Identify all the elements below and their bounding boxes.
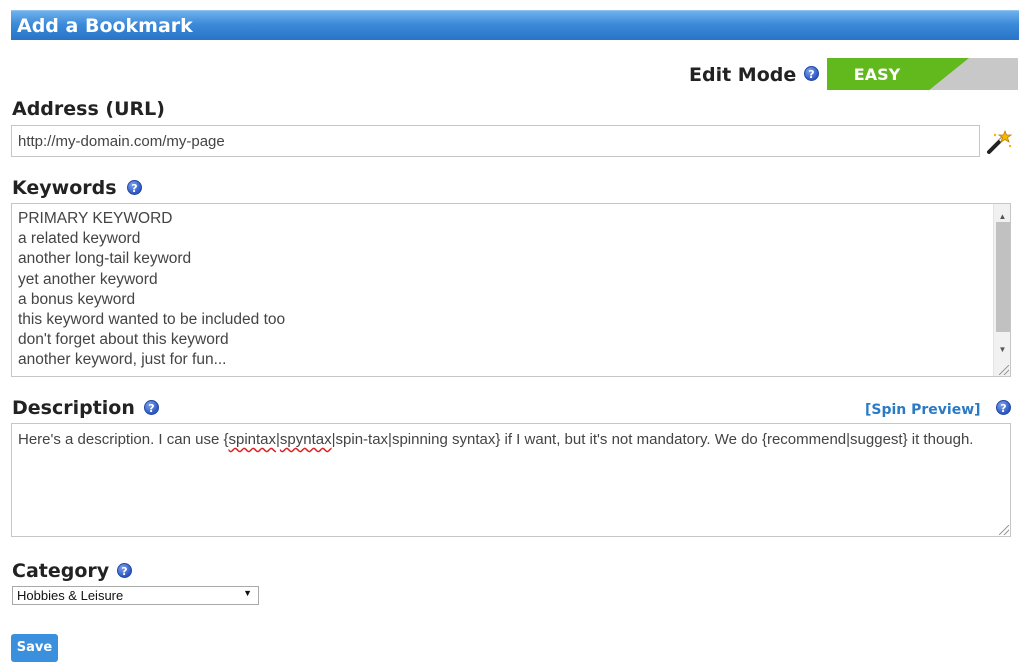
edit-mode-toggle[interactable]: EASY	[827, 58, 1018, 90]
scroll-down-arrow-icon[interactable]: ▼	[994, 340, 1011, 360]
keyword-line: a related keyword	[18, 230, 141, 248]
keywords-help-icon[interactable]: ?	[127, 180, 142, 195]
category-label: Category	[12, 560, 110, 582]
save-button[interactable]: Save	[11, 634, 58, 662]
dialog-title: Add a Bookmark	[17, 15, 193, 37]
spin-preview-help-icon[interactable]: ?	[996, 400, 1011, 415]
keyword-line: another long-tail keyword	[18, 250, 192, 268]
category-select[interactable]: Hobbies & Leisure ▼	[12, 586, 259, 605]
description-text-part: Here's a description. I can use {	[18, 431, 229, 448]
address-input[interactable]: http://my-domain.com/my-page	[11, 125, 980, 157]
category-help-icon[interactable]: ?	[117, 563, 132, 578]
keyword-line: this keyword wanted to be included too	[18, 311, 286, 329]
keyword-line: a bonus keyword	[18, 290, 136, 308]
description-text-part: |spin-tax|spinning syntax} if I want, bu…	[331, 431, 974, 448]
description-label: Description	[12, 397, 135, 419]
keyword-line: PRIMARY KEYWORD	[18, 210, 173, 227]
dialog-titlebar: Add a Bookmark	[11, 10, 1019, 40]
address-value: http://my-domain.com/my-page	[18, 133, 225, 150]
misspelled-word: spyntax	[279, 431, 332, 448]
resize-grip-icon[interactable]	[999, 365, 1009, 375]
address-label: Address (URL)	[12, 98, 165, 120]
magic-wand-icon[interactable]	[985, 129, 1013, 155]
description-help-icon[interactable]: ?	[144, 400, 159, 415]
keywords-label: Keywords	[12, 177, 117, 199]
keyword-line: yet another keyword	[18, 270, 158, 288]
keywords-scrollbar[interactable]: ▲ ▼	[993, 204, 1010, 376]
edit-mode-label: Edit Mode	[689, 64, 797, 86]
category-selected-value: Hobbies & Leisure	[17, 588, 124, 603]
misspelled-word: spintax	[228, 431, 277, 448]
description-textarea[interactable]: Here's a description. I can use {spintax…	[11, 423, 1011, 537]
keyword-line: another keyword, just for fun...	[18, 351, 227, 369]
chevron-down-icon: ▼	[243, 588, 252, 598]
keyword-line: don't forget about this keyword	[18, 331, 229, 349]
scrollbar-thumb[interactable]	[996, 222, 1010, 332]
edit-mode-help-icon[interactable]: ?	[804, 66, 819, 81]
keywords-textarea[interactable]: PRIMARY KEYWORD a related keyword anothe…	[11, 203, 1011, 377]
edit-mode-value: EASY	[853, 65, 901, 84]
resize-grip-icon[interactable]	[999, 525, 1009, 535]
spin-preview-link[interactable]: [Spin Preview]	[865, 402, 981, 418]
